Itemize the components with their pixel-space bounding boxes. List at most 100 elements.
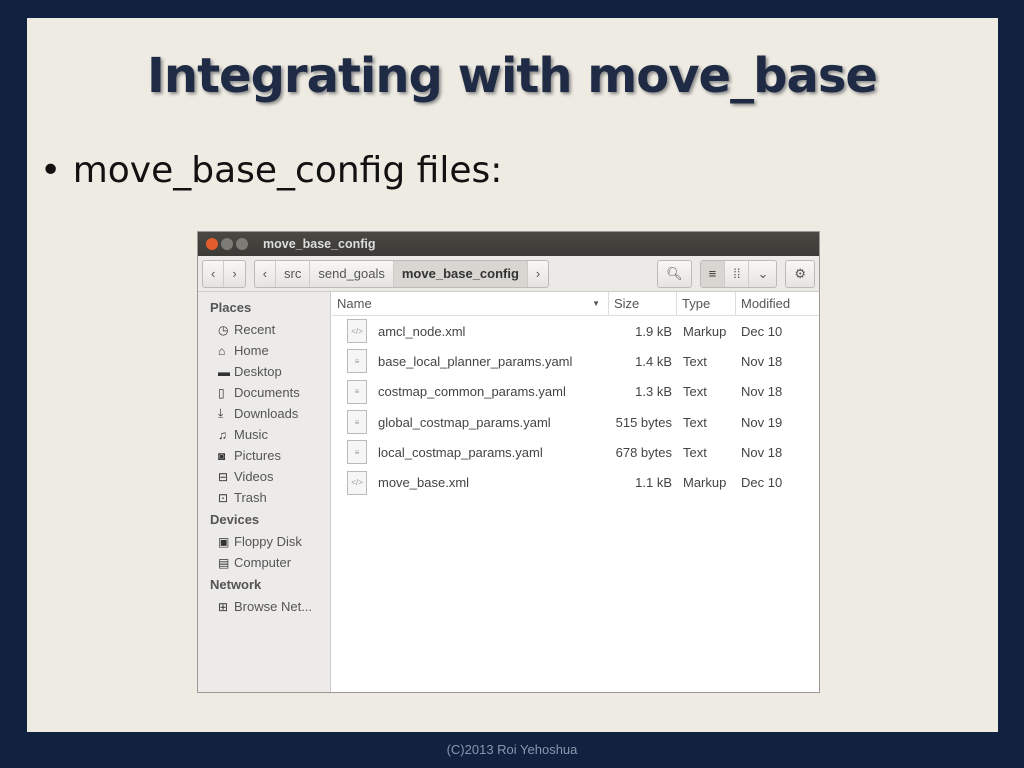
places-header: Places [210,300,252,315]
file-type: Text [683,414,707,430]
sidebar-item-label: Home [234,343,269,358]
file-size: 1.3 kB [635,384,672,400]
file-type: Markup [683,323,727,339]
sidebar-item-recent[interactable]: ◷ Recent [198,319,330,340]
file-modified: Nov 18 [741,384,783,400]
downloads-icon: ⤓ [218,406,224,420]
file-name: global_costmap_params.yaml [378,414,551,430]
path-move-base-config[interactable]: move_base_config [393,260,528,287]
file-size: 1.1 kB [635,475,672,491]
back-button[interactable]: ‹ [203,260,225,287]
file-modified: Nov 18 [741,444,783,460]
sidebar-item-label: Documents [234,385,300,400]
xml-file-icon: </> [347,470,367,495]
path-bar: ‹ src send_goals move_base_config › [253,259,550,288]
browse-net--icon: ⊞ [218,599,229,614]
path-scroll-left[interactable]: ‹ [255,260,277,287]
path-src[interactable]: src [276,260,311,287]
sidebar-item-label: Music [234,427,268,442]
sidebar: Places ◷ Recent ⌂ Home ▬ Desktop ▯ Documents ⤓ Do… [198,292,331,692]
maximize-button[interactable] [236,238,248,250]
sidebar-item-label: Computer [234,555,292,570]
bullet-text: move_base_config files: [72,150,503,191]
text-file-icon: ≡ [347,349,367,374]
window-title: move_base_config [263,237,376,251]
path-scroll-right[interactable]: › [528,261,548,287]
file-row[interactable]: ≡ global_costmap_params.yaml 515 bytes Text… [332,407,819,437]
list-view-icon[interactable]: ≡ [700,260,726,287]
sidebar-item-label: Desktop [234,364,282,379]
sidebar-item-label: Browse Net... [234,599,313,614]
file-type: Text [683,353,707,369]
minimize-button[interactable] [221,238,233,250]
file-name: base_local_planner_params.yaml [378,353,573,369]
sidebar-item-label: Floppy Disk [234,534,302,549]
file-type: Text [683,444,707,460]
sidebar-item-home[interactable]: ⌂ Home [198,340,330,361]
close-button[interactable] [206,238,218,250]
sidebar-item-desktop[interactable]: ▬ Desktop [198,361,330,382]
sidebar-item-downloads[interactable]: ⤓ Downloads [198,403,330,424]
file-row[interactable]: </> amcl_node.xml 1.9 kB Markup Dec 10 [332,316,819,346]
toolbar: ‹ › ‹ src send_goals move_base_config › 🔍… [198,256,819,292]
sidebar-item-computer[interactable]: ▤ Computer [198,552,330,573]
column-name[interactable]: Name ▼ [332,292,609,315]
file-row[interactable]: ≡ base_local_planner_params.yaml 1.4 kB Tex… [332,346,819,376]
file-name: amcl_node.xml [378,323,466,339]
sidebar-item-music[interactable]: ♫ Music [198,424,330,445]
file-list: Name ▼ Size Type Modified </> amcl_node.xm… [332,292,819,692]
trash-icon: ⊡ [218,490,229,505]
slide-title: Integrating with move_base [147,48,878,104]
file-name: move_base.xml [378,475,470,491]
column-label: Name [337,296,372,311]
gear-icon[interactable]: ⚙ [786,261,814,287]
sidebar-item-label: Pictures [234,448,281,463]
sidebar-item-floppy-disk[interactable]: ▣ Floppy Disk [198,531,330,552]
sidebar-item-label: Recent [234,322,276,337]
desktop-icon: ▬ [218,364,230,379]
music-icon: ♫ [218,427,227,442]
sidebar-item-trash[interactable]: ⊡ Trash [198,487,330,508]
text-file-icon: ≡ [347,379,367,404]
footer: (C)2013 Roi Yehoshua [446,742,578,757]
text-file-icon: ≡ [347,440,367,465]
text-file-icon: ≡ [347,410,367,435]
file-row[interactable]: ≡ local_costmap_params.yaml 678 bytes Text N… [332,437,819,467]
file-modified: Nov 18 [741,353,783,369]
floppy-disk-icon: ▣ [218,534,230,549]
forward-button[interactable]: › [224,261,244,287]
search-icon[interactable]: 🔍︎ [658,261,691,287]
file-row[interactable]: </> move_base.xml 1.1 kB Markup Dec 10 [332,467,819,497]
chevron-down-icon[interactable]: ⌄ [749,261,776,287]
sidebar-item-label: Downloads [234,406,299,421]
column-type[interactable]: Type [677,292,736,315]
xml-file-icon: </> [347,319,367,344]
sidebar-item-documents[interactable]: ▯ Documents [198,382,330,403]
file-type: Text [683,384,707,400]
file-manager-window: move_base_config ‹ › ‹ src send_goals mov… [197,231,820,693]
file-size: 1.4 kB [635,353,672,369]
sidebar-item-label: Trash [234,490,267,505]
sidebar-item-browse-net-[interactable]: ⊞ Browse Net... [198,596,330,617]
sort-arrow-icon: ▼ [592,299,600,308]
title-bar: move_base_config [198,232,819,256]
bullet-item: • move_base_config files: [40,150,503,191]
home-icon: ⌂ [218,343,226,358]
grid-view-icon[interactable]: ⁞⁞ [725,260,750,287]
sidebar-item-label: Videos [234,469,274,484]
file-modified: Dec 10 [741,323,783,339]
sidebar-item-pictures[interactable]: ◙ Pictures [198,445,330,466]
file-size: 1.9 kB [635,323,672,339]
file-size: 515 bytes [615,414,672,430]
column-size[interactable]: Size [609,292,677,315]
column-modified[interactable]: Modified [736,292,819,315]
path-send-goals[interactable]: send_goals [310,260,394,287]
videos-icon: ⊟ [218,469,229,484]
recent-icon: ◷ [218,322,229,337]
pictures-icon: ◙ [218,448,226,463]
file-modified: Dec 10 [741,475,783,491]
sidebar-item-videos[interactable]: ⊟ Videos [198,466,330,487]
file-row[interactable]: ≡ costmap_common_params.yaml 1.3 kB Text Nov… [332,377,819,407]
network-header: Network [210,577,262,592]
documents-icon: ▯ [218,385,225,400]
